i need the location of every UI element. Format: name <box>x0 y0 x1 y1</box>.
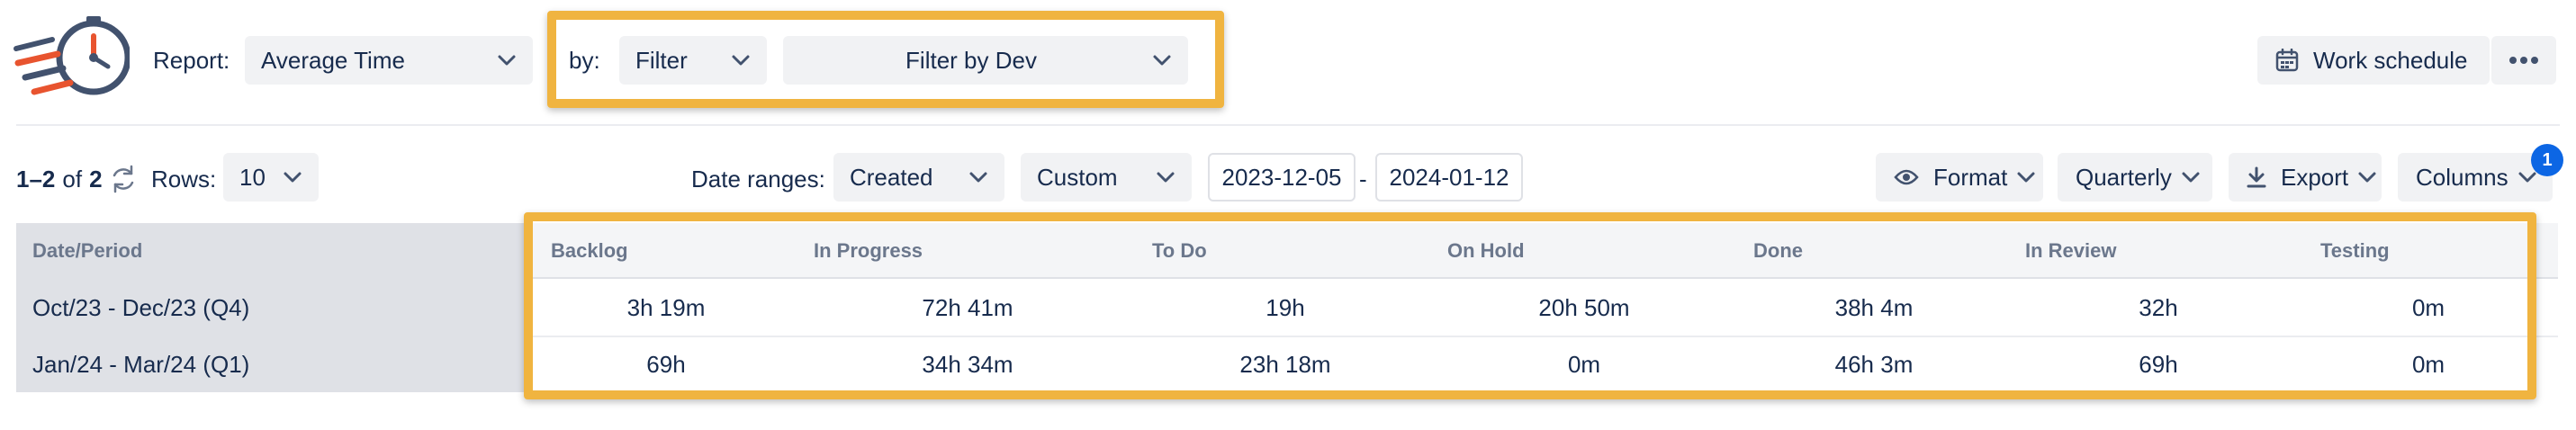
column-header-in-progress[interactable]: In Progress <box>814 239 923 263</box>
date-mode-value: Custom <box>1037 163 1118 191</box>
by-select-value: Filter <box>635 46 688 74</box>
column-header-backlog[interactable]: Backlog <box>551 239 628 263</box>
work-schedule-label: Work schedule <box>2313 46 2468 74</box>
report-label: Report: <box>153 47 230 74</box>
pagination-summary: 1–2 of 2 <box>16 166 103 193</box>
column-header-on-hold[interactable]: On Hold <box>1447 239 1525 263</box>
pagination-total: 2 <box>89 166 103 193</box>
table-cell: 34h 34m <box>922 351 1013 378</box>
table-row-period: Oct/23 - Dec/23 (Q4) <box>32 294 250 321</box>
calendar-icon <box>2275 49 2299 72</box>
table-cell: 0m <box>2411 351 2445 378</box>
table-cell: 69h <box>2139 351 2178 378</box>
filter-select-value: Filter by Dev <box>905 46 1037 74</box>
period-select[interactable]: Quarterly <box>2058 153 2212 202</box>
columns-label: Columns <box>2416 163 2508 191</box>
table-cell: 19h <box>1265 294 1305 321</box>
chevron-down-icon <box>2182 172 2200 183</box>
table-cell: 0m <box>2411 294 2445 321</box>
export-button[interactable]: Export <box>2229 153 2382 202</box>
chevron-down-icon <box>2358 172 2376 183</box>
rows-per-page-value: 10 <box>239 163 266 191</box>
columns-button[interactable]: Columns <box>2398 153 2553 202</box>
date-separator: - <box>1359 166 1367 193</box>
chevron-down-icon <box>2017 172 2035 183</box>
work-schedule-button[interactable]: Work schedule <box>2257 36 2490 85</box>
table-cell: 46h 3m <box>1834 351 1914 378</box>
date-from-input[interactable]: 2023-12-05 <box>1208 153 1356 202</box>
column-header-to-do[interactable]: To Do <box>1152 239 1207 263</box>
chevron-down-icon <box>498 55 516 66</box>
pagination-of: of <box>62 166 83 193</box>
report-select[interactable]: Average Time <box>245 36 533 85</box>
table-cell: 0m <box>1567 351 1601 378</box>
table-cell: 32h <box>2139 294 2178 321</box>
more-horizontal-icon <box>2509 57 2538 64</box>
table-cell: 72h 41m <box>922 294 1013 321</box>
chevron-down-icon <box>2518 172 2536 183</box>
app-logo-stopwatch-icon <box>14 16 130 95</box>
table-cell: 38h 4m <box>1834 294 1914 321</box>
format-button[interactable]: Format <box>1876 153 2043 202</box>
date-field-select[interactable]: Created <box>833 153 1004 202</box>
format-label: Format <box>1933 163 2008 191</box>
filter-select[interactable]: Filter by Dev <box>783 36 1188 85</box>
date-mode-select[interactable]: Custom <box>1021 153 1192 202</box>
chevron-down-icon <box>284 172 302 183</box>
table-row-separator <box>529 336 2558 337</box>
eye-icon <box>1894 169 1919 185</box>
table-cell: 23h 18m <box>1239 351 1331 378</box>
table-cell: 69h <box>646 351 686 378</box>
rows-label: Rows: <box>151 166 217 193</box>
column-header-testing[interactable]: Testing <box>2320 239 2390 263</box>
chevron-down-icon <box>1157 172 1175 183</box>
date-to-input[interactable]: 2024-01-12 <box>1375 153 1523 202</box>
table-row-period: Jan/24 - Mar/24 (Q1) <box>32 351 250 378</box>
pagination-range: 1–2 <box>16 166 56 193</box>
period-select-value: Quarterly <box>2076 163 2172 191</box>
refresh-icon[interactable] <box>110 165 137 193</box>
column-header-done[interactable]: Done <box>1753 239 1803 263</box>
column-header-date-period[interactable]: Date/Period <box>32 239 142 263</box>
by-select[interactable]: Filter <box>619 36 767 85</box>
chevron-down-icon <box>732 55 750 66</box>
chevron-down-icon <box>969 172 987 183</box>
date-ranges-label: Date ranges: <box>691 166 825 193</box>
by-label: by: <box>569 47 600 74</box>
chevron-down-icon <box>1153 55 1171 66</box>
table-cell: 20h 50m <box>1538 294 1630 321</box>
date-field-value: Created <box>850 163 933 191</box>
export-label: Export <box>2281 163 2349 191</box>
download-icon <box>2247 166 2266 188</box>
columns-badge: 1 <box>2531 144 2563 176</box>
report-select-value: Average Time <box>261 46 405 74</box>
more-actions-button[interactable] <box>2491 36 2556 85</box>
table-cell: 3h 19m <box>626 294 706 321</box>
column-header-in-review[interactable]: In Review <box>2025 239 2116 263</box>
header-divider <box>16 124 2560 126</box>
rows-per-page-select[interactable]: 10 <box>223 153 319 202</box>
